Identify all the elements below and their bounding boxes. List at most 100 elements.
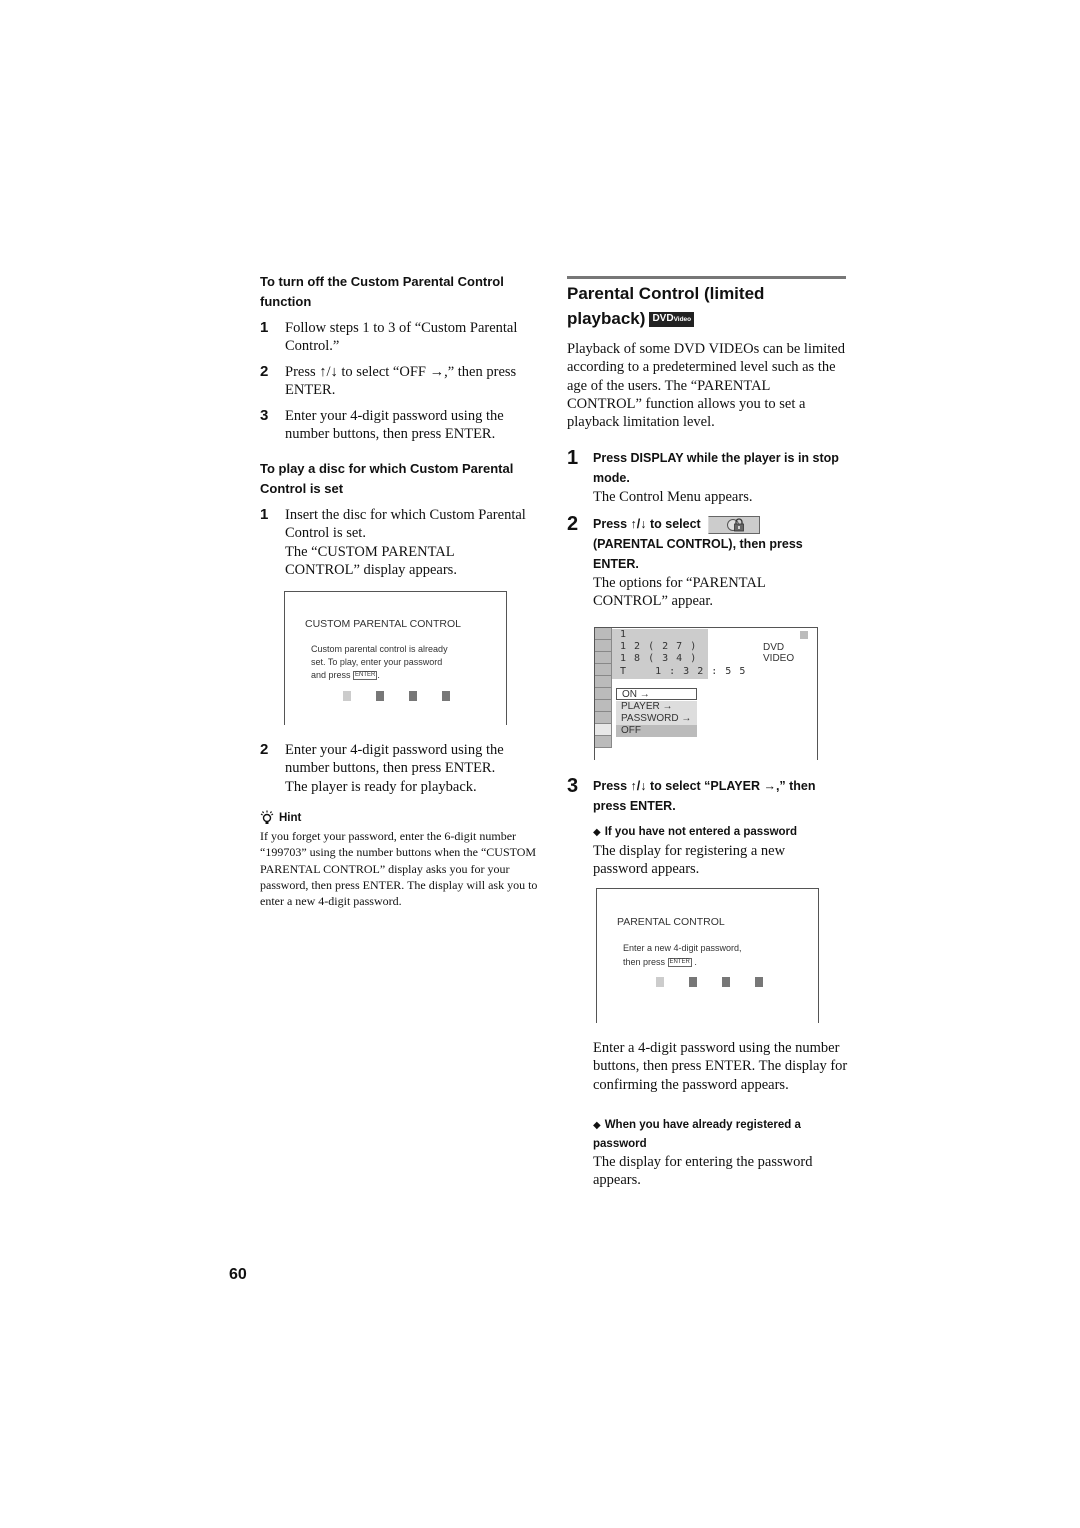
message-text: .	[377, 670, 380, 680]
list-item: 2 Press ↑/↓ to select (PARENTAL CONTROL)…	[567, 514, 852, 611]
menu-icon-column	[595, 628, 612, 748]
enter-key-icon: ENTER	[667, 958, 692, 968]
title-line: playback) DVDVideo	[567, 306, 852, 331]
disc-info-block: 1 1 2 ( 2 7 ) 1 8 ( 3 4 ) T 1 : 3 2 : 5 …	[612, 629, 747, 679]
menu-icon	[595, 676, 612, 688]
info-line: 1 8 ( 3 4 )	[620, 653, 698, 665]
password-digit-box	[722, 977, 730, 987]
step-heading-text: (PARENTAL CONTROL), then press ENTER.	[593, 537, 803, 571]
disc-type-label: DVD VIDEO	[763, 642, 795, 664]
disc-status-icon	[800, 631, 808, 639]
parental-control-screen: PARENTAL CONTROL Enter a new 4-digit pas…	[596, 888, 819, 1023]
list-item: 1 Follow steps 1 to 3 of “Custom Parenta…	[260, 319, 545, 356]
password-digit-box	[343, 691, 351, 701]
case-heading-text: When you have already registered a passw…	[593, 1119, 801, 1150]
case-already-registered: ◆ When you have already registered a pass…	[593, 1116, 848, 1190]
menu-icon	[595, 664, 612, 676]
password-digit-box	[656, 977, 664, 987]
message-text: .	[694, 957, 697, 967]
page-title: Parental Control (limited playback) DVDVi…	[567, 281, 852, 331]
hint-header: Hint	[260, 810, 301, 826]
message-line: Custom parental control is already	[311, 644, 448, 654]
screen-message: Enter a new 4-digit password, then press…	[623, 941, 742, 969]
control-menu-screen: 1 1 2 ( 2 7 ) 1 8 ( 3 4 ) T 1 : 3 2 : 5 …	[594, 627, 818, 760]
menu-icon-selected	[595, 724, 612, 736]
screen-title: PARENTAL CONTROL	[617, 916, 725, 928]
section-rule	[567, 276, 846, 279]
password-digit-box	[409, 691, 417, 701]
step-number: 3	[567, 775, 579, 797]
step-text: Enter your 4-digit password using the nu…	[285, 408, 504, 443]
case-text: The display for entering the password ap…	[593, 1154, 813, 1189]
message-line: then press ENTER .	[623, 955, 742, 969]
badge-sub: Video	[673, 316, 692, 324]
message-text: and press	[311, 670, 351, 680]
page-number: 60	[229, 1266, 247, 1283]
case-heading-text: If you have not entered a password	[604, 826, 798, 838]
parental-lock-icon	[708, 515, 761, 534]
step-number: 3	[260, 407, 269, 424]
list-item: 1 Insert the disc for which Custom Paren…	[260, 506, 545, 579]
option-on[interactable]: ON →	[616, 688, 697, 700]
info-line: 1	[620, 629, 628, 640]
list-item: 2 Enter your 4-digit password using the …	[260, 741, 545, 796]
step-number: 2	[567, 513, 579, 535]
badge-main: DVD	[652, 313, 674, 325]
menu-icon	[595, 640, 612, 652]
info-line: T 1 : 3 2 : 5 5	[620, 665, 747, 677]
password-digit-box	[755, 977, 763, 987]
option-player[interactable]: PLAYER →	[616, 701, 697, 713]
step-number: 1	[260, 319, 269, 336]
info-line: 1 2 ( 2 7 )	[620, 641, 698, 653]
step-heading: Press ↑/↓ to select (PARENTAL CONTROL), …	[593, 514, 848, 574]
step-text: Enter your 4-digit password using the nu…	[285, 742, 504, 777]
case-heading: ◆ If you have not entered a password	[593, 823, 848, 842]
title-line: Parental Control (limited	[567, 284, 765, 303]
section-heading-play-disc: To play a disc for which Custom Parental…	[260, 461, 514, 496]
menu-icon	[595, 736, 612, 748]
step-note: The Control Menu appears.	[593, 489, 753, 505]
menu-icon	[595, 700, 612, 712]
menu-icon	[595, 628, 612, 640]
menu-icon	[595, 652, 612, 664]
password-digit-box	[376, 691, 384, 701]
enter-key-icon: ENTER	[353, 671, 378, 681]
step-number: 2	[260, 741, 269, 758]
screen-title: CUSTOM PARENTAL CONTROL	[305, 618, 461, 630]
section-heading-turn-off: To turn off the Custom Parental Control …	[260, 274, 504, 309]
step-text: Follow steps 1 to 3 of “Custom Parental …	[285, 320, 518, 355]
step-text: Press ↑/↓ to select “OFF →,” then press …	[285, 364, 517, 399]
step-number: 1	[567, 447, 579, 469]
step-heading: Press ↑/↓ to select “PLAYER →,” then pre…	[593, 779, 816, 813]
option-off[interactable]: OFF	[616, 725, 697, 737]
option-password[interactable]: PASSWORD →	[616, 713, 697, 725]
message-line: set. To play, enter your password	[311, 657, 443, 667]
title-text: playback)	[567, 309, 646, 328]
list-item: 2 Press ↑/↓ to select “OFF →,” then pres…	[260, 363, 545, 400]
case-not-entered: ◆ If you have not entered a password The …	[593, 823, 848, 879]
case-after-text: Enter a 4-digit password using the numbe…	[593, 1040, 848, 1093]
step-note: The “CUSTOM PARENTAL CONTROL” display ap…	[285, 543, 457, 578]
step-heading: Press DISPLAY while the player is in sto…	[593, 451, 839, 485]
message-text: then press	[623, 957, 666, 967]
step-number: 1	[260, 506, 269, 523]
case-heading: ◆ When you have already registered a pass…	[593, 1116, 848, 1153]
diamond-bullet-icon: ◆	[593, 1120, 601, 1131]
dvd-video-badge: DVDVideo	[649, 312, 695, 328]
menu-icon	[595, 712, 612, 724]
message-line: Enter a new 4-digit password,	[623, 943, 742, 953]
list-item: 3 Enter your 4-digit password using the …	[260, 407, 545, 444]
password-digit-box	[689, 977, 697, 987]
step-note: The player is ready for playback.	[285, 778, 477, 795]
step-number: 2	[260, 363, 269, 380]
list-item: 3 Press ↑/↓ to select “PLAYER →,” then p…	[567, 776, 852, 816]
lock-icon	[727, 518, 745, 532]
message-line: and press ENTER.	[311, 669, 448, 682]
step-text: Insert the disc for which Custom Parenta…	[285, 507, 526, 542]
password-digit-box	[442, 691, 450, 701]
hint-label: Hint	[279, 812, 302, 824]
hint-text: If you forget your password, enter the 6…	[260, 829, 538, 909]
custom-parental-control-screen: CUSTOM PARENTAL CONTROL Custom parental …	[284, 591, 507, 725]
menu-icon	[595, 688, 612, 700]
step-heading-text: Press ↑/↓ to select	[593, 517, 701, 531]
